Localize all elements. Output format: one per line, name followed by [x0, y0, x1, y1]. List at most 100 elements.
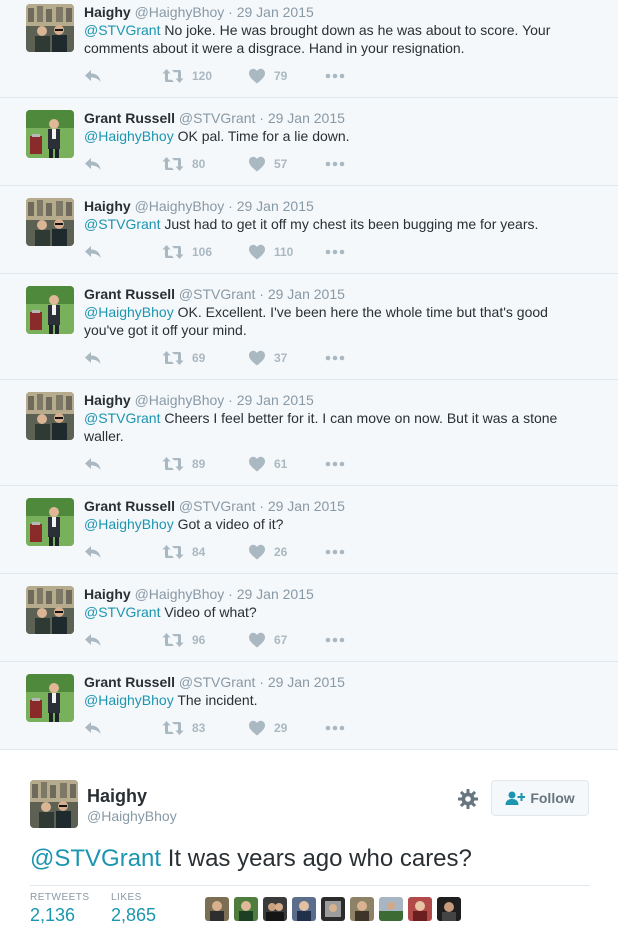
mention-link[interactable]: @STVGrant [84, 22, 160, 38]
retweet-button[interactable]: 96 [162, 631, 205, 649]
tweet[interactable]: Grant Russell @STVGrant · 29 Jan 2015 @H… [0, 98, 618, 186]
liker-avatar[interactable] [234, 897, 258, 921]
like-button[interactable]: 29 [248, 719, 287, 737]
tweet[interactable]: Haighy @HaighyBhoy · 29 Jan 2015 @STVGra… [0, 186, 618, 274]
timestamp[interactable]: · 29 Jan 2015 [259, 110, 345, 126]
timestamp[interactable]: · 29 Jan 2015 [259, 498, 345, 514]
more-button[interactable] [324, 67, 346, 85]
username[interactable]: @HaighyBhoy [135, 392, 225, 408]
avatar[interactable] [26, 392, 74, 440]
display-name[interactable]: Grant Russell [84, 110, 175, 126]
like-button[interactable]: 110 [248, 243, 293, 261]
like-button[interactable]: 79 [248, 67, 287, 85]
username[interactable]: @HaighyBhoy [87, 808, 177, 824]
username[interactable]: @HaighyBhoy [135, 586, 225, 602]
like-button[interactable]: 67 [248, 631, 287, 649]
retweets-stat[interactable]: RETWEETS 2,136 [30, 892, 90, 926]
retweet-button[interactable]: 84 [162, 543, 205, 561]
more-button[interactable] [324, 631, 346, 649]
liker-avatar[interactable] [437, 897, 461, 921]
reply-button[interactable] [84, 243, 102, 261]
timestamp[interactable]: · 29 Jan 2015 [228, 586, 314, 602]
settings-button[interactable] [457, 788, 479, 810]
display-name[interactable]: Grant Russell [84, 498, 175, 514]
like-button[interactable]: 57 [248, 155, 287, 173]
more-button[interactable] [324, 455, 346, 473]
timestamp[interactable]: · 29 Jan 2015 [228, 198, 314, 214]
liker-avatar[interactable] [350, 897, 374, 921]
mention-link[interactable]: @HaighyBhoy [84, 516, 174, 532]
liker-avatar[interactable] [263, 897, 287, 921]
follow-button[interactable]: Follow [491, 780, 589, 816]
avatar[interactable] [26, 286, 74, 334]
avatar[interactable] [26, 674, 74, 722]
username[interactable]: @STVGrant [179, 110, 255, 126]
mention-link[interactable]: @STVGrant [84, 410, 160, 426]
display-name[interactable]: Haighy [84, 4, 131, 20]
tweet[interactable]: Grant Russell @STVGrant · 29 Jan 2015 @H… [0, 274, 618, 380]
like-count: 26 [274, 545, 288, 559]
mention-link[interactable]: @STVGrant [84, 604, 160, 620]
mention-link[interactable]: @HaighyBhoy [84, 304, 174, 320]
avatar[interactable] [26, 198, 74, 246]
username[interactable]: @STVGrant [179, 674, 255, 690]
timestamp[interactable]: · 29 Jan 2015 [228, 392, 314, 408]
like-button[interactable]: 61 [248, 455, 287, 473]
more-button[interactable] [324, 543, 346, 561]
tweet[interactable]: Haighy @HaighyBhoy · 29 Jan 2015 @STVGra… [0, 380, 618, 486]
liker-avatar[interactable] [205, 897, 229, 921]
mention-link[interactable]: @HaighyBhoy [84, 128, 174, 144]
timestamp[interactable]: · 29 Jan 2015 [228, 4, 314, 20]
username[interactable]: @STVGrant [179, 286, 255, 302]
retweet-button[interactable]: 89 [162, 455, 205, 473]
mention-link[interactable]: @STVGrant [30, 845, 161, 872]
username[interactable]: @HaighyBhoy [135, 4, 225, 20]
liker-avatar[interactable] [408, 897, 432, 921]
reply-button[interactable] [84, 349, 102, 367]
mention-link[interactable]: @STVGrant [84, 216, 160, 232]
reply-button[interactable] [84, 719, 102, 737]
retweet-button[interactable]: 106 [162, 243, 212, 261]
timestamp[interactable]: · 29 Jan 2015 [259, 674, 345, 690]
likes-stat[interactable]: LIKES 2,865 [111, 892, 156, 926]
avatar[interactable] [30, 780, 78, 828]
reply-button[interactable] [84, 67, 102, 85]
display-name[interactable]: Haighy [84, 586, 131, 602]
reply-button[interactable] [84, 631, 102, 649]
tweet-text: @HaighyBhoy The incident. [84, 691, 584, 709]
reply-button[interactable] [84, 155, 102, 173]
timestamp[interactable]: · 29 Jan 2015 [259, 286, 345, 302]
tweet[interactable]: Grant Russell @STVGrant · 29 Jan 2015 @H… [0, 662, 618, 750]
username[interactable]: @HaighyBhoy [135, 198, 225, 214]
username[interactable]: @STVGrant [179, 498, 255, 514]
mention-link[interactable]: @HaighyBhoy [84, 692, 174, 708]
more-button[interactable] [324, 349, 346, 367]
liker-avatar[interactable] [379, 897, 403, 921]
retweet-button[interactable]: 83 [162, 719, 205, 737]
avatar[interactable] [26, 4, 74, 52]
display-name[interactable]: Grant Russell [84, 286, 175, 302]
retweet-button[interactable]: 120 [162, 67, 212, 85]
more-button[interactable] [324, 719, 346, 737]
display-name[interactable]: Grant Russell [84, 674, 175, 690]
retweet-button[interactable]: 69 [162, 349, 205, 367]
reply-button[interactable] [84, 455, 102, 473]
display-name[interactable]: Haighy [87, 786, 147, 807]
liker-avatar[interactable] [292, 897, 316, 921]
tweet[interactable]: Grant Russell @STVGrant · 29 Jan 2015 @H… [0, 486, 618, 574]
more-button[interactable] [324, 243, 346, 261]
divider [30, 885, 590, 886]
more-button[interactable] [324, 155, 346, 173]
avatar[interactable] [26, 110, 74, 158]
display-name[interactable]: Haighy [84, 198, 131, 214]
like-button[interactable]: 26 [248, 543, 287, 561]
tweet[interactable]: Haighy @HaighyBhoy · 29 Jan 2015 @STVGra… [0, 574, 618, 662]
avatar[interactable] [26, 586, 74, 634]
reply-button[interactable] [84, 543, 102, 561]
like-button[interactable]: 37 [248, 349, 287, 367]
tweet[interactable]: Haighy @HaighyBhoy · 29 Jan 2015 @STVGra… [0, 0, 618, 98]
avatar[interactable] [26, 498, 74, 546]
retweet-button[interactable]: 80 [162, 155, 205, 173]
display-name[interactable]: Haighy [84, 392, 131, 408]
liker-avatar[interactable] [321, 897, 345, 921]
